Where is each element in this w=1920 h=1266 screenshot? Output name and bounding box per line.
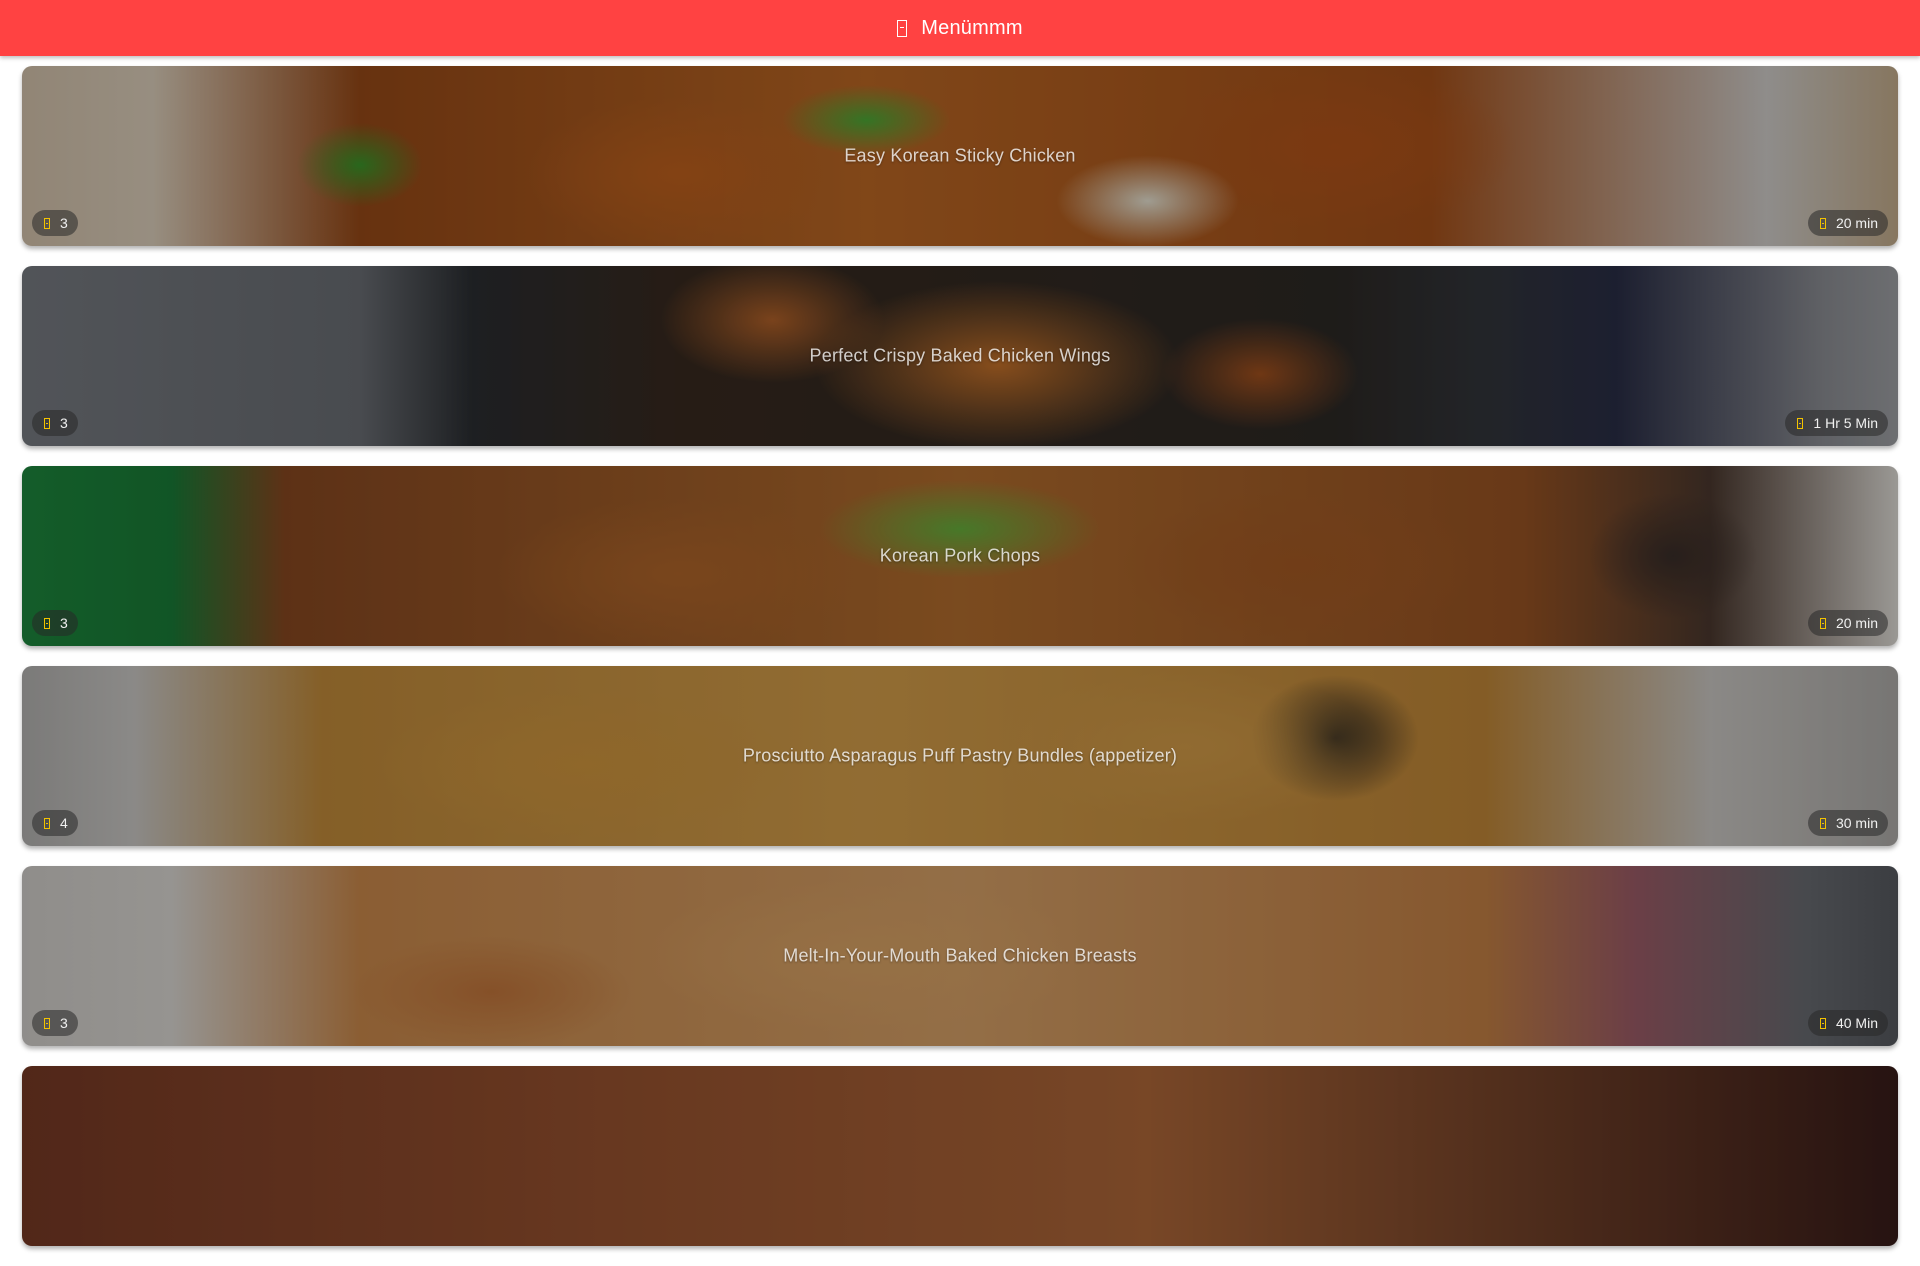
servings-icon xyxy=(44,617,50,629)
time-chip: 30 min xyxy=(1807,810,1888,836)
recipe-title: Prosciutto Asparagus Puff Pastry Bundles… xyxy=(742,745,1178,766)
servings-icon xyxy=(44,417,50,429)
servings-count: 4 xyxy=(60,815,68,831)
app-bar: Menümmm xyxy=(0,0,1920,56)
recipe-list[interactable]: Easy Korean Sticky Chicken 3 20 min Perf… xyxy=(22,66,1898,1266)
servings-chip: 3 xyxy=(32,410,78,436)
servings-chip: 3 xyxy=(32,210,78,236)
recipe-card-partial[interactable] xyxy=(22,1066,1898,1246)
recipe-card[interactable]: Easy Korean Sticky Chicken 3 20 min xyxy=(22,66,1898,246)
recipe-card[interactable]: Melt-In-Your-Mouth Baked Chicken Breasts… xyxy=(22,866,1898,1046)
servings-chip: 3 xyxy=(32,1010,78,1036)
servings-count: 3 xyxy=(60,1015,68,1031)
recipe-card[interactable]: Prosciutto Asparagus Puff Pastry Bundles… xyxy=(22,666,1898,846)
menu-book-icon xyxy=(897,19,908,37)
timer-icon xyxy=(1819,1017,1826,1029)
recipe-title: Korean Pork Chops xyxy=(879,545,1041,566)
time-chip: 40 Min xyxy=(1807,1010,1888,1036)
servings-count: 3 xyxy=(60,215,68,231)
recipe-title: Melt-In-Your-Mouth Baked Chicken Breasts xyxy=(783,945,1137,966)
servings-count: 3 xyxy=(60,415,68,431)
recipe-title: Easy Korean Sticky Chicken xyxy=(844,145,1076,166)
servings-icon xyxy=(44,217,50,229)
time-chip: 1 Hr 5 Min xyxy=(1785,410,1888,436)
servings-icon xyxy=(44,817,50,829)
recipe-card[interactable]: Korean Pork Chops 3 20 min xyxy=(22,466,1898,646)
timer-icon xyxy=(1819,817,1826,829)
recipe-title: Perfect Crispy Baked Chicken Wings xyxy=(809,345,1111,366)
cook-time: 40 Min xyxy=(1835,1015,1878,1031)
timer-icon xyxy=(1797,417,1804,429)
recipe-card[interactable]: Perfect Crispy Baked Chicken Wings 3 1 H… xyxy=(22,266,1898,446)
cook-time: 20 min xyxy=(1835,615,1878,631)
servings-chip: 3 xyxy=(32,610,78,636)
cook-time: 20 min xyxy=(1835,215,1878,231)
time-chip: 20 min xyxy=(1807,210,1888,236)
servings-icon xyxy=(44,1017,50,1029)
servings-chip: 4 xyxy=(32,810,78,836)
cook-time: 1 Hr 5 Min xyxy=(1813,415,1878,431)
app-title: Menümmm xyxy=(921,16,1023,39)
timer-icon xyxy=(1819,617,1826,629)
cook-time: 30 min xyxy=(1835,815,1878,831)
timer-icon xyxy=(1819,217,1826,229)
servings-count: 3 xyxy=(60,615,68,631)
time-chip: 20 min xyxy=(1807,610,1888,636)
